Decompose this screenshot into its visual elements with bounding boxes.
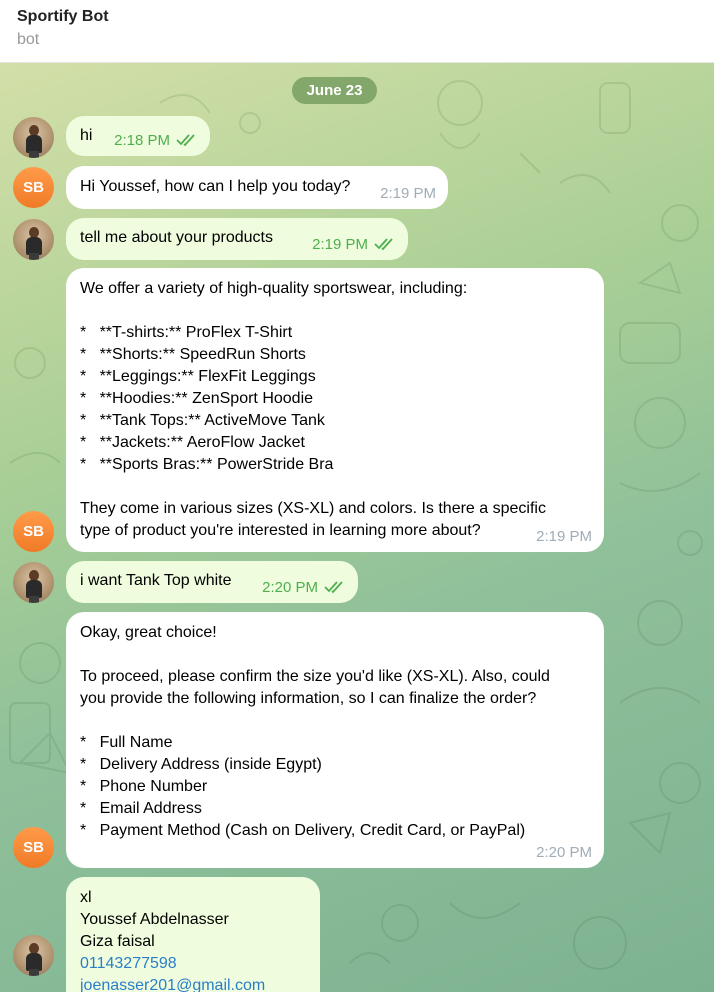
chat-title: Sportify Bot bbox=[17, 8, 109, 25]
message-bubble[interactable]: Hi Youssef, how can I help you today? 2:… bbox=[66, 166, 448, 209]
double-check-icon bbox=[374, 238, 393, 251]
message-bubble[interactable]: hi 2:18 PM bbox=[66, 116, 210, 156]
chat-header[interactable]: Sportify Bot bot bbox=[0, 0, 714, 63]
message-text: Okay, great choice! To proceed, please c… bbox=[80, 624, 550, 839]
message-bubble[interactable]: We offer a variety of high-quality sport… bbox=[66, 268, 604, 552]
message-text: Hi Youssef, how can I help you today? bbox=[80, 178, 351, 195]
message-text: We offer a variety of high-quality sport… bbox=[80, 280, 546, 539]
message-time: 2:19 PM bbox=[380, 185, 436, 202]
message-time: 2:18 PM bbox=[114, 132, 170, 149]
message-time: 2:20 PM bbox=[262, 579, 318, 596]
message-meta: 2:20 PM bbox=[262, 579, 346, 597]
user-avatar[interactable] bbox=[13, 219, 54, 260]
message-text: hi bbox=[80, 127, 93, 144]
message-time: 2:19 PM bbox=[312, 236, 368, 253]
user-avatar[interactable] bbox=[13, 117, 54, 158]
email-link[interactable]: joenasser201@gmail.com bbox=[80, 975, 306, 992]
message-bubble[interactable]: tell me about your products 2:19 PM bbox=[66, 218, 408, 260]
message-line: xl bbox=[80, 889, 92, 906]
date-separator: June 23 bbox=[292, 77, 377, 104]
message-text: tell me about your products bbox=[80, 229, 273, 246]
user-avatar[interactable] bbox=[13, 562, 54, 603]
message-time: 2:20 PM bbox=[536, 844, 592, 861]
double-check-icon bbox=[176, 134, 195, 147]
double-check-icon bbox=[324, 581, 343, 594]
message-bubble[interactable]: xl Youssef Abdelnasser Giza faisal 01143… bbox=[66, 877, 320, 992]
message-meta: 2:19 PM bbox=[312, 236, 396, 254]
user-avatar[interactable] bbox=[13, 935, 54, 976]
bot-avatar[interactable]: SB bbox=[13, 511, 54, 552]
phone-link[interactable]: 01143277598 bbox=[80, 953, 306, 975]
message-time: 2:19 PM bbox=[536, 528, 592, 545]
message-text: i want Tank Top white bbox=[80, 572, 232, 589]
bot-avatar[interactable]: SB bbox=[13, 167, 54, 208]
bot-avatar[interactable]: SB bbox=[13, 827, 54, 868]
message-bubble[interactable]: Okay, great choice! To proceed, please c… bbox=[66, 612, 604, 868]
message-bubble[interactable]: i want Tank Top white 2:20 PM bbox=[66, 561, 358, 603]
message-line: Giza faisal bbox=[80, 933, 155, 950]
chat-subtitle: bot bbox=[17, 31, 40, 48]
message-meta: 2:18 PM bbox=[114, 132, 198, 150]
message-line: Youssef Abdelnasser bbox=[80, 911, 229, 928]
chat-area[interactable]: June 23 hi 2:18 PM SB Hi Youssef, how ca… bbox=[0, 63, 714, 992]
